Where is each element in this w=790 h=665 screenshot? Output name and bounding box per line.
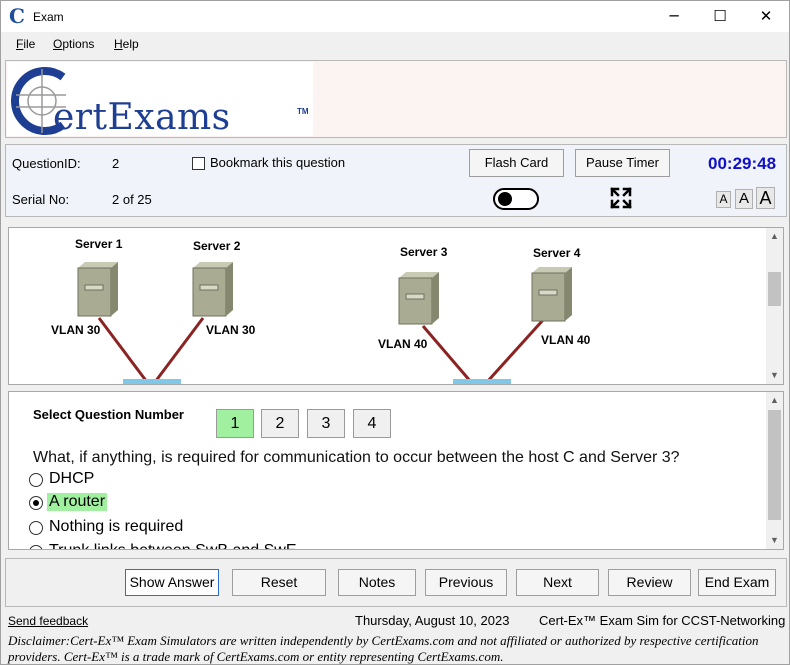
bookmark-checkbox[interactable]: [192, 157, 205, 170]
option-3-radio[interactable]: [29, 521, 43, 535]
scroll-up-icon[interactable]: ▲: [766, 392, 783, 409]
exhibit-panel: Server 1 Server 2 Server 3 Server 4 VLAN…: [8, 227, 784, 385]
show-answer-button[interactable]: Show Answer: [125, 569, 219, 596]
notes-button[interactable]: Notes: [338, 569, 416, 596]
question-id-label: QuestionID:: [12, 156, 81, 171]
network-exhibit: Server 1 Server 2 Server 3 Server 4 VLAN…: [25, 228, 607, 384]
app-logo-icon: C: [9, 4, 25, 28]
option-2-label[interactable]: A router: [47, 493, 108, 511]
option-4-label[interactable]: Trunk links between SwB and SwE: [49, 542, 297, 549]
disclaimer-text: Disclaimer:Cert-Ex™ Exam Simulators are …: [8, 633, 759, 664]
flash-card-button[interactable]: Flash Card: [469, 149, 564, 177]
question-text: What, if anything, is required for commu…: [33, 449, 680, 466]
bookmark-label[interactable]: Bookmark this question: [210, 155, 345, 170]
logo-wordmark: ertExams: [53, 97, 231, 138]
logo-trademark: TM: [297, 107, 309, 116]
window-title: Exam: [33, 10, 64, 24]
question-number-3-button[interactable]: 3: [307, 409, 345, 438]
question-id-value: 2: [112, 156, 120, 171]
question-info-panel: QuestionID: 2 Bookmark this question Ser…: [5, 144, 787, 217]
network-cables: [97, 317, 545, 384]
question-scrollbar[interactable]: ▲ ▼: [766, 392, 783, 549]
toggle-knob: [498, 192, 512, 206]
option-2-radio[interactable]: [29, 496, 43, 510]
maximize-button[interactable]: ☐: [697, 1, 743, 32]
option-4-radio[interactable]: [29, 545, 43, 549]
server-3-icon: [398, 272, 439, 325]
question-number-2-button[interactable]: 2: [261, 409, 299, 438]
scroll-up-icon[interactable]: ▲: [766, 228, 783, 245]
server-4-label: Server 4: [533, 246, 581, 260]
server-3-label: Server 3: [400, 245, 448, 259]
question-scroll-thumb[interactable]: [768, 410, 781, 520]
server-1-label: Server 1: [75, 237, 123, 251]
product-name: Cert-Ex™ Exam Sim for CCST-Networking: [539, 613, 786, 628]
option-1-radio[interactable]: [29, 473, 43, 487]
switch-left: [123, 379, 181, 384]
switch-right: [453, 379, 511, 384]
current-date: Thursday, August 10, 2023: [355, 613, 510, 628]
certexams-logo: ertExams TM: [7, 62, 313, 136]
option-1-label[interactable]: DHCP: [49, 470, 94, 488]
server-2-icon: [192, 262, 233, 317]
server-2-vlan-label: VLAN 30: [206, 323, 256, 337]
scroll-down-icon[interactable]: ▼: [766, 367, 783, 384]
reset-button[interactable]: Reset: [232, 569, 326, 596]
menu-help[interactable]: Help: [114, 37, 139, 51]
server-4-icon: [531, 267, 572, 322]
font-size-large-button[interactable]: A: [756, 187, 775, 209]
font-size-medium-button[interactable]: A: [735, 189, 753, 209]
scroll-down-icon[interactable]: ▼: [766, 532, 783, 549]
network-diagram: Server 1 Server 2 Server 3 Server 4 VLAN…: [51, 237, 591, 384]
mode-toggle-switch[interactable]: [493, 188, 539, 210]
minimize-button[interactable]: ─: [651, 1, 697, 32]
next-button[interactable]: Next: [516, 569, 599, 596]
previous-button[interactable]: Previous: [425, 569, 507, 596]
fullscreen-icon[interactable]: [610, 187, 632, 209]
title-bar: C Exam ─ ☐ ✕: [1, 1, 789, 32]
exhibit-scroll-thumb[interactable]: [768, 272, 781, 306]
server-4-vlan-label: VLAN 40: [541, 333, 591, 347]
server-2-label: Server 2: [193, 239, 241, 253]
exam-timer: 00:29:48: [708, 154, 777, 173]
server-1-icon: [77, 262, 118, 317]
question-panel: Select Question Number 1 2 3 4 What, if …: [8, 391, 784, 550]
question-number-1-button[interactable]: 1: [216, 409, 254, 438]
menu-bar: File Options Help: [1, 32, 789, 56]
end-exam-button[interactable]: End Exam: [698, 569, 776, 596]
review-button[interactable]: Review: [608, 569, 691, 596]
send-feedback-link[interactable]: Send feedback: [8, 614, 88, 628]
menu-file[interactable]: File: [16, 37, 35, 51]
action-bar: Show Answer Reset Notes Previous Next Re…: [5, 558, 787, 607]
serial-label: Serial No:: [12, 192, 70, 207]
option-3-label[interactable]: Nothing is required: [49, 518, 183, 536]
logo-panel: ertExams TM: [5, 60, 787, 138]
question-number-4-button[interactable]: 4: [353, 409, 391, 438]
close-button[interactable]: ✕: [743, 1, 789, 32]
pause-timer-button[interactable]: Pause Timer: [575, 149, 670, 177]
server-1-vlan-label: VLAN 30: [51, 323, 101, 337]
exam-window: C Exam ─ ☐ ✕ File Options Help ertExams …: [0, 0, 790, 665]
menu-options[interactable]: Options: [53, 37, 94, 51]
select-question-label: Select Question Number: [33, 407, 184, 422]
exhibit-scrollbar[interactable]: ▲ ▼: [766, 228, 783, 384]
font-size-small-button[interactable]: A: [716, 191, 731, 208]
serial-value: 2 of 25: [112, 192, 152, 207]
server-3-vlan-label: VLAN 40: [378, 337, 428, 351]
